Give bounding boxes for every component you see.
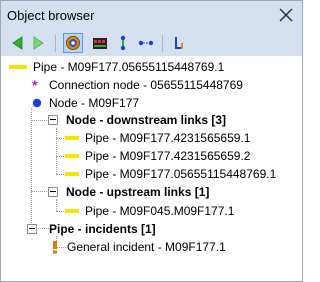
tree-item-label: Pipe - M09F177.4231565659.2	[85, 149, 251, 163]
tree-group-label: Node - downstream links [3]	[66, 113, 227, 127]
title-bar: Object browser	[1, 1, 302, 31]
object-browser-window: Object browser Pipe - M09F177.0565511544…	[0, 0, 303, 282]
collapse-toggle[interactable]	[27, 224, 37, 234]
pipe-icon	[65, 209, 79, 213]
collapse-toggle[interactable]	[48, 115, 58, 125]
close-icon	[279, 8, 293, 22]
pipe-icon	[65, 172, 79, 176]
toolbar-separator	[162, 35, 163, 52]
tree-group-label: Node - upstream links [1]	[66, 185, 210, 199]
tree-item-label: Pipe - M09F177.4231565659.1	[85, 131, 251, 145]
target-button[interactable]	[63, 33, 83, 53]
tree-item-label: Pipe - M09F177.05655115448769.1	[33, 60, 225, 74]
tree-item-downstream-pipe[interactable]: Pipe - M09F177.4231565659.2	[1, 147, 301, 165]
collapse-toggle[interactable]	[48, 187, 58, 197]
tree-item-label: General incident - M09F177.1	[67, 240, 226, 254]
tree-item-label: Connection node - 05655115448769	[49, 78, 243, 92]
tree-item-incident[interactable]: General incident - M09F177.1	[1, 238, 301, 256]
pipe-icon	[65, 154, 79, 158]
tree-item-label: Pipe - M09F045.M09F177.1	[85, 204, 235, 218]
tree-item-label: Node - M09F177	[49, 96, 140, 110]
tree-group-incidents[interactable]: Pipe - incidents [1]	[1, 220, 301, 238]
object-tree: Pipe - M09F177.05655115448769.1 * Connec…	[1, 56, 302, 281]
link-chain-icon	[138, 40, 154, 46]
target-icon	[66, 36, 80, 50]
tree-item-downstream-pipe[interactable]: Pipe - M09F177.05655115448769.1	[1, 165, 301, 183]
pipe-icon	[65, 136, 79, 140]
forward-arrow-icon	[33, 36, 44, 50]
node-chain-button[interactable]	[114, 34, 132, 52]
tree-group-upstream[interactable]: Node - upstream links [1]	[1, 183, 301, 201]
level-icon	[175, 37, 183, 49]
network-button[interactable]	[91, 34, 109, 52]
asterisk-icon: *	[32, 77, 38, 93]
forward-button[interactable]	[29, 34, 47, 52]
network-icon	[93, 38, 107, 49]
link-chain-button[interactable]	[137, 34, 155, 52]
tree-item-node[interactable]: Node - M09F177	[1, 94, 301, 112]
back-arrow-icon	[12, 36, 23, 50]
tree-item-connection-node[interactable]: * Connection node - 05655115448769	[1, 76, 301, 94]
tree-group-label: Pipe - incidents [1]	[49, 222, 156, 236]
pipe-icon	[9, 65, 27, 69]
tree-group-downstream[interactable]: Node - downstream links [3]	[1, 111, 301, 129]
tree-item-upstream-pipe[interactable]: Pipe - M09F045.M09F177.1	[1, 202, 301, 220]
node-chain-icon	[120, 35, 126, 51]
level-button[interactable]	[171, 34, 189, 52]
toolbar-separator	[55, 35, 56, 52]
node-dot-icon	[32, 98, 42, 108]
toolbar	[1, 31, 302, 56]
incident-icon	[53, 241, 57, 254]
tree-item-label: Pipe - M09F177.05655115448769.1	[85, 167, 277, 181]
tree-item-pipe[interactable]: Pipe - M09F177.05655115448769.1	[1, 58, 301, 76]
tree-item-downstream-pipe[interactable]: Pipe - M09F177.4231565659.1	[1, 129, 301, 147]
close-button[interactable]	[277, 6, 295, 24]
window-title: Object browser	[7, 8, 95, 23]
back-button[interactable]	[9, 34, 27, 52]
